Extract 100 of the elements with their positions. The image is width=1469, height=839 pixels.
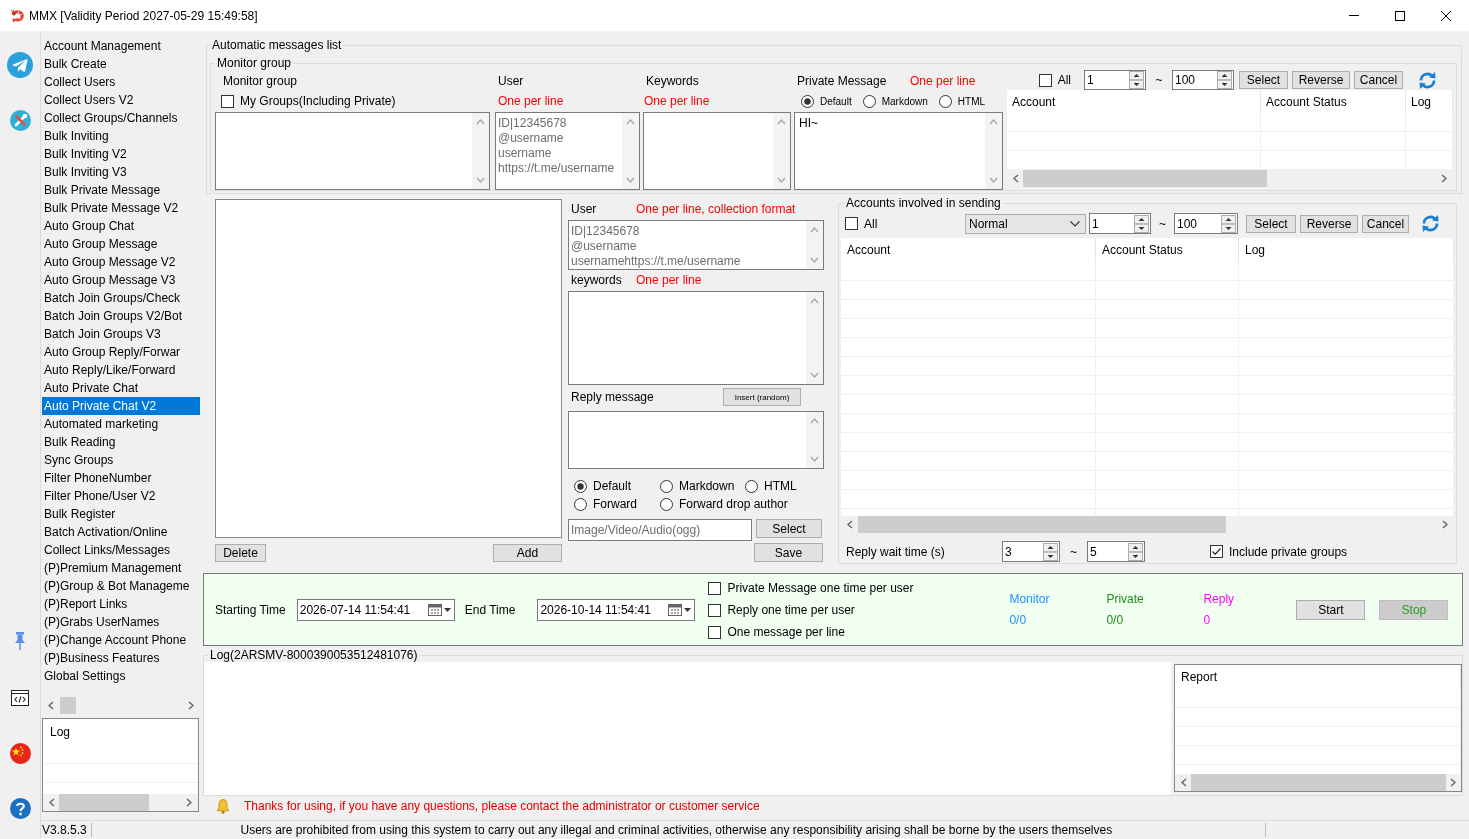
- pin-icon[interactable]: [14, 632, 26, 650]
- keywords-text-area[interactable]: [568, 291, 824, 385]
- sidebar-item[interactable]: Bulk Inviting V3: [42, 163, 200, 181]
- checkbox-icon[interactable]: [1038, 73, 1052, 87]
- sidebar-item[interactable]: (P)Premium Management: [42, 559, 200, 577]
- sidebar-item[interactable]: Sync Groups: [42, 451, 200, 469]
- reverse-button[interactable]: Reverse: [1300, 214, 1358, 233]
- scroll-left-icon[interactable]: [1181, 778, 1187, 787]
- option-checkbox[interactable]: Reply one time per user: [708, 603, 855, 617]
- format-radio[interactable]: Forward drop author: [660, 497, 788, 511]
- sidebar-item[interactable]: Auto Reply/Like/Forward: [42, 361, 200, 379]
- radio-icon[interactable]: [745, 479, 758, 493]
- start-date-picker[interactable]: 2026-07-14 11:54:41: [296, 598, 455, 621]
- save-button[interactable]: Save: [754, 543, 823, 562]
- users-text-area[interactable]: ID|12345678 @username username https://t.me/username: [495, 112, 640, 190]
- format-radio[interactable]: HTML: [745, 479, 797, 493]
- sidebar-item[interactable]: Batch Join Groups/Check: [42, 289, 200, 307]
- sidebar-item[interactable]: Global Settings: [42, 667, 200, 685]
- scroll-down-icon[interactable]: [626, 177, 635, 183]
- checkbox-icon[interactable]: [1210, 545, 1223, 558]
- scroll-left-icon[interactable]: [49, 798, 55, 807]
- scroll-right-icon[interactable]: [186, 798, 192, 807]
- scroll-right-icon[interactable]: [1441, 174, 1447, 183]
- format-radio[interactable]: Markdown: [862, 94, 928, 108]
- radio-icon[interactable]: [862, 94, 876, 108]
- add-button[interactable]: Add: [493, 544, 562, 562]
- select-all-checkbox[interactable]: All: [845, 216, 878, 231]
- column-header[interactable]: Log: [43, 719, 198, 745]
- scrollbar-thumb[interactable]: [858, 516, 1226, 533]
- column-header[interactable]: Account: [1007, 90, 1261, 113]
- spin-arrows-icon[interactable]: [1134, 214, 1149, 233]
- vertical-scrollbar[interactable]: [806, 412, 823, 468]
- insert-random-button[interactable]: Insert (random): [723, 388, 801, 406]
- scroll-up-icon[interactable]: [989, 119, 998, 125]
- sidebar-item[interactable]: Bulk Private Message: [42, 181, 200, 199]
- scroll-left-icon[interactable]: [48, 701, 54, 710]
- sidebar-item[interactable]: Bulk Register: [42, 505, 200, 523]
- scroll-up-icon[interactable]: [810, 298, 819, 304]
- scroll-up-icon[interactable]: [810, 227, 819, 233]
- vertical-scrollbar[interactable]: [806, 221, 823, 269]
- range-end-field[interactable]: 100: [1174, 213, 1238, 234]
- select-all-checkbox[interactable]: All: [1038, 73, 1071, 87]
- checkbox-icon[interactable]: [221, 94, 234, 108]
- sidebar-item[interactable]: Account Management: [42, 37, 200, 55]
- spin-arrows-icon[interactable]: [1221, 214, 1236, 233]
- cancel-button[interactable]: Cancel: [1362, 214, 1409, 233]
- scroll-up-icon[interactable]: [777, 119, 786, 125]
- select-file-button[interactable]: Select: [756, 519, 822, 538]
- range-end-field[interactable]: 100: [1172, 70, 1234, 90]
- range-start-field[interactable]: 1: [1084, 70, 1146, 90]
- sidebar-item[interactable]: Collect Users V2: [42, 91, 200, 109]
- groups-text-area[interactable]: [215, 112, 490, 190]
- sidebar-item[interactable]: Bulk Private Message V2: [42, 199, 200, 217]
- scrollbar-thumb[interactable]: [1023, 170, 1267, 187]
- media-file-field[interactable]: Image/Video/Audio(ogg): [568, 519, 752, 541]
- checkbox-icon[interactable]: [708, 581, 722, 595]
- paper-plane-icon[interactable]: [7, 52, 33, 78]
- sidebar-item[interactable]: (P)Change Account Phone: [42, 631, 200, 649]
- spin-arrows-icon[interactable]: [1128, 542, 1143, 561]
- scroll-up-icon[interactable]: [626, 119, 635, 125]
- column-header[interactable]: Account Status: [1261, 90, 1406, 113]
- end-date-picker[interactable]: 2026-10-14 11:54:41: [537, 598, 696, 621]
- sidebar-item[interactable]: Auto Group Message V2: [42, 253, 200, 271]
- cancel-button[interactable]: Cancel: [1354, 71, 1403, 89]
- scroll-down-icon[interactable]: [989, 177, 998, 183]
- sidebar-item[interactable]: (P)Business Features: [42, 649, 200, 667]
- sidebar-item[interactable]: Bulk Inviting V2: [42, 145, 200, 163]
- radio-icon[interactable]: [660, 479, 673, 493]
- sidebar-item[interactable]: Bulk Inviting: [42, 127, 200, 145]
- sidebar-item[interactable]: Auto Group Reply/Forwar: [42, 343, 200, 361]
- sidebar-item[interactable]: Collect Users: [42, 73, 200, 91]
- sidebar-item[interactable]: Filter PhoneNumber: [42, 469, 200, 487]
- scrollbar-thumb[interactable]: [60, 697, 76, 714]
- vertical-scrollbar[interactable]: [806, 292, 823, 384]
- checkbox-icon[interactable]: [708, 625, 722, 639]
- vertical-scrollbar[interactable]: [773, 113, 790, 189]
- radio-icon[interactable]: [801, 94, 814, 108]
- spin-arrows-icon[interactable]: [1217, 71, 1232, 89]
- checkbox-icon[interactable]: [845, 217, 858, 230]
- format-radio[interactable]: Markdown: [660, 479, 735, 493]
- sidebar-item[interactable]: Auto Private Chat V2: [42, 397, 200, 415]
- scroll-up-icon[interactable]: [476, 119, 485, 125]
- select-button[interactable]: Select: [1246, 214, 1296, 233]
- scroll-right-icon[interactable]: [1442, 520, 1448, 529]
- horizontal-scrollbar[interactable]: [43, 794, 198, 811]
- refresh-icon[interactable]: [1421, 214, 1440, 233]
- vertical-scrollbar[interactable]: [985, 113, 1002, 189]
- scroll-down-icon[interactable]: [777, 177, 786, 183]
- status-dropdown[interactable]: Normal: [965, 213, 1086, 234]
- option-checkbox[interactable]: One message per line: [708, 625, 845, 639]
- sidebar-item[interactable]: Batch Activation/Online: [42, 523, 200, 541]
- scroll-down-icon[interactable]: [476, 177, 485, 183]
- scrollbar-thumb[interactable]: [59, 794, 149, 811]
- refresh-icon[interactable]: [1418, 70, 1437, 90]
- flag-icon[interactable]: [9, 743, 31, 764]
- format-radio[interactable]: Default: [574, 479, 632, 493]
- radio-icon[interactable]: [660, 497, 673, 511]
- sidebar-item[interactable]: Auto Group Chat: [42, 217, 200, 235]
- sidebar-item[interactable]: (P)Group & Bot Manageme: [42, 577, 200, 595]
- option-checkbox[interactable]: Private Message one time per user: [708, 581, 914, 595]
